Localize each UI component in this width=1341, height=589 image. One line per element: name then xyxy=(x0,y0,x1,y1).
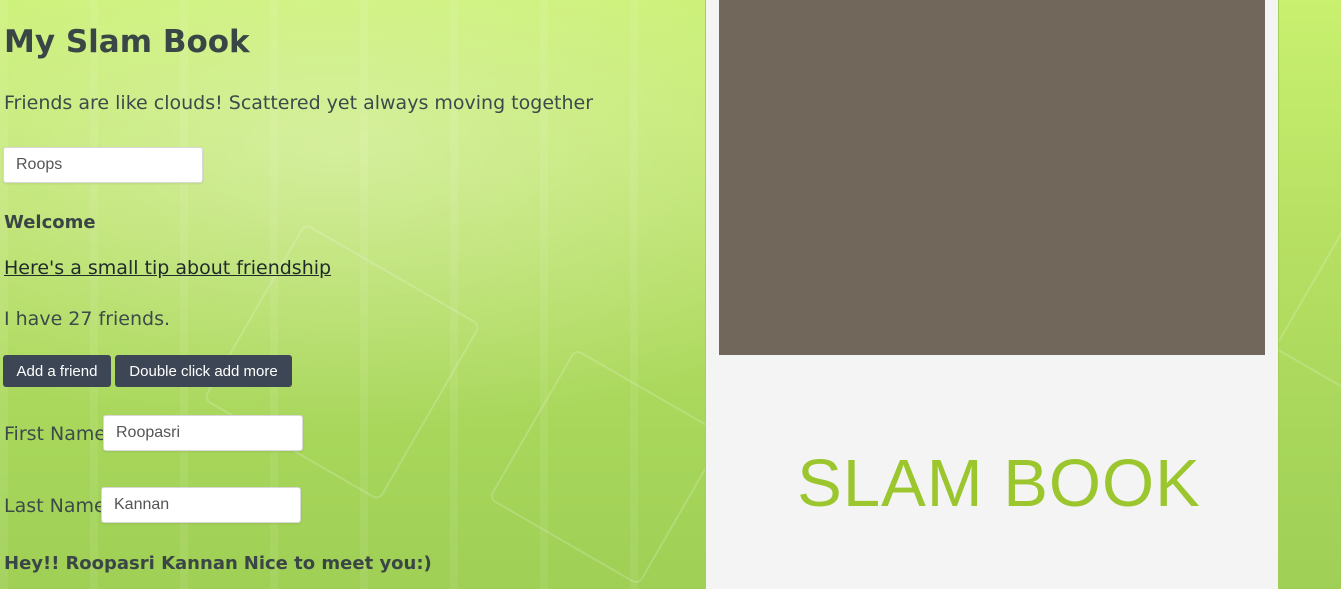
last-name-input[interactable] xyxy=(101,487,301,523)
friends-count-text: I have 27 friends. xyxy=(4,308,171,330)
name-input[interactable] xyxy=(3,147,203,183)
page-title: My Slam Book xyxy=(4,24,250,60)
friendship-tip-link[interactable]: Here's a small tip about friendship xyxy=(4,257,331,279)
cover-title: SLAM BOOK xyxy=(797,446,1201,521)
greeting-prefix: Hey!! xyxy=(4,553,60,574)
greeting-message: Hey!! Roopasri Kannan Nice to meet you:) xyxy=(4,553,438,574)
first-name-input[interactable] xyxy=(103,415,303,451)
double-click-add-more-button[interactable]: Double click add more xyxy=(115,355,292,387)
cover-photo xyxy=(719,0,1265,355)
background-decoration xyxy=(1273,223,1341,421)
slam-book-cover: SLAM BOOK xyxy=(706,0,1278,589)
welcome-text: Welcome xyxy=(4,212,96,233)
background-decoration xyxy=(488,348,726,586)
first-name-label: First Name xyxy=(4,423,107,445)
tagline: Friends are like clouds! Scattered yet a… xyxy=(4,92,593,114)
add-friend-button[interactable]: Add a friend xyxy=(3,355,111,387)
last-name-label: Last Name xyxy=(4,495,106,517)
greeting-suffix: Nice to meet you:) xyxy=(243,553,432,574)
greeting-name: Roopasri Kannan xyxy=(65,553,238,574)
